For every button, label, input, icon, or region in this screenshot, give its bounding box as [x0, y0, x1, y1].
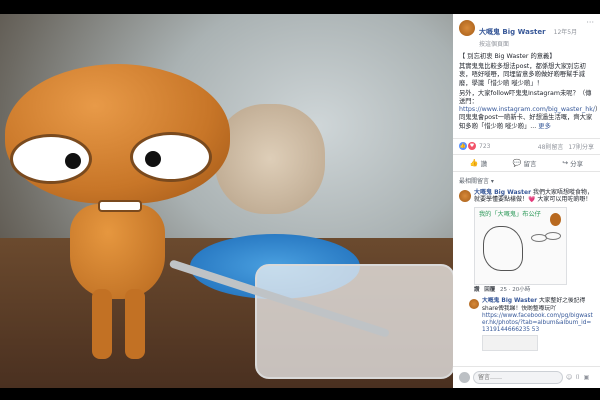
comment-time[interactable]: 25 · 20小時 — [500, 287, 530, 293]
composer-tool-icons[interactable]: ☺ ⌷ ▣ — [566, 374, 590, 382]
more-options-icon[interactable]: ··· — [586, 19, 594, 27]
like-label: 讚 — [480, 159, 488, 168]
see-more-link[interactable]: 更多 — [538, 123, 551, 130]
comment-button[interactable]: 💬 留言 — [513, 158, 537, 168]
post-photo[interactable] — [0, 14, 453, 388]
comment-bubble-icon: 💬 — [512, 158, 522, 167]
plush-pattern-sketch — [483, 225, 523, 271]
mascot-icon — [550, 212, 561, 226]
cat-plush-figure — [215, 104, 325, 214]
comment-item: 大嘅鬼 Big Waster 我們大家唔想嘥食物，就要學懂要點樣做！💗 大家可以… — [453, 187, 600, 297]
page-avatar[interactable] — [459, 20, 475, 36]
comment-like-link[interactable]: 讚 — [474, 287, 480, 293]
reaction-summary: 👍 ♥ 723 48則留言 17則分享 — [453, 137, 600, 154]
post-text: 【 別忘初衷 Big Waster 的意義】 其實鬼鬼比較多想法post，都係想… — [453, 51, 600, 136]
pattern-piece — [545, 231, 561, 240]
post-sidebar: 大嘅鬼 Big Waster 12年5月 按這個頁面 ··· 【 別忘初衷 Bi… — [453, 14, 600, 388]
post-action-bar: 👍 讚 💬 留言 ↪ 分享 — [453, 153, 600, 172]
comment-reply: 大嘅鬼 Big Waster 大家整好之後記得share俾我睇！快啲整嚟玩吖 h… — [453, 296, 600, 353]
instagram-link[interactable]: https://www.instagram.com/big_waster_hk/ — [459, 106, 595, 113]
comment-input[interactable] — [473, 371, 563, 384]
post-line-title: 【 別忘初衷 Big Waster 的意義】 — [459, 53, 556, 60]
toy-right-leg — [125, 289, 145, 359]
post-line-2: 另外，大家follow吓鬼鬼Instagram未呢？（傳送門： — [459, 89, 592, 106]
share-arrow-icon: ↪ — [562, 158, 569, 167]
reply-link-preview[interactable] — [482, 335, 538, 352]
post-line-1: 其實鬼鬼比較多想法post，都係想大家別忘初衷，唔好嘥嘢，同埋留意多啲做好啲嘢幫… — [459, 63, 586, 87]
post-time[interactable]: 12年5月 — [554, 29, 577, 36]
love-reaction-icon[interactable]: ♥ — [468, 142, 476, 151]
comment-author[interactable]: 大嘅鬼 Big Waster — [474, 189, 531, 196]
follow-page-link[interactable]: 按這個頁面 — [479, 39, 577, 48]
reply-avatar[interactable] — [469, 299, 479, 310]
toy-left-eye — [10, 134, 92, 184]
current-user-avatar — [459, 372, 470, 383]
toy-body — [70, 204, 165, 299]
comment-sort-dropdown[interactable]: 最相關留言 ▾ — [453, 172, 600, 187]
comment-actions: 讚 回覆 25 · 20小時 — [474, 287, 594, 295]
reply-author[interactable]: 大嘅鬼 Big Waster — [482, 298, 537, 304]
like-reaction-icon[interactable]: 👍 — [459, 142, 467, 151]
thumbs-up-icon: 👍 — [469, 158, 479, 167]
post-header: 大嘅鬼 Big Waster 12年5月 按這個頁面 ··· — [453, 14, 600, 51]
share-count[interactable]: 17則分享 — [568, 144, 594, 151]
toy-mouth — [98, 200, 142, 212]
reply-album-link[interactable]: https://www.facebook.com/pg/bigwaster.hk… — [482, 313, 594, 335]
toy-right-eye — [130, 132, 212, 182]
comment-count[interactable]: 48則留言 — [538, 144, 564, 151]
comment-label: 留言 — [523, 159, 537, 168]
toy-left-leg — [92, 289, 112, 359]
comment-attachment-image[interactable]: 我的「大嘅鬼」布公仔 — [474, 206, 567, 285]
comment-composer: ☺ ⌷ ▣ — [453, 366, 600, 388]
page-name-link[interactable]: 大嘅鬼 Big Waster — [479, 28, 546, 36]
reaction-count[interactable]: 723 — [479, 143, 490, 150]
share-button[interactable]: ↪ 分享 — [562, 158, 583, 168]
share-label: 分享 — [570, 159, 584, 168]
commenter-avatar[interactable] — [459, 189, 471, 202]
like-button[interactable]: 👍 讚 — [470, 158, 487, 168]
comment-reply-link[interactable]: 回覆 — [484, 287, 495, 293]
